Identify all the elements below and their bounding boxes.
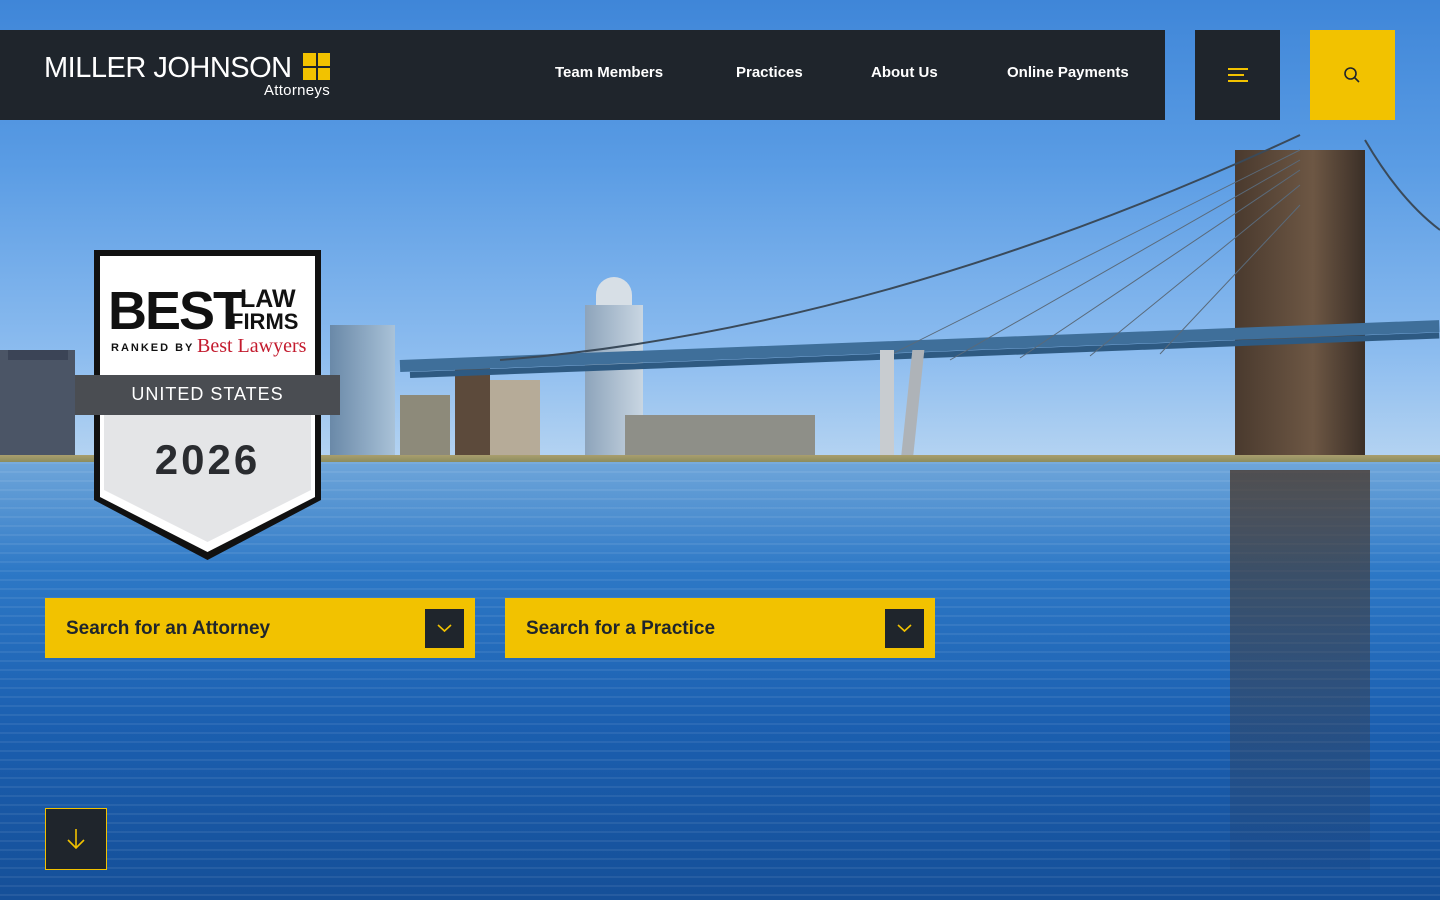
logo-subtitle: Attorneys bbox=[263, 82, 330, 99]
badge-region: UNITED STATES bbox=[131, 384, 284, 404]
best-law-firms-badge: BEST LAW FIRMS RANKED BY Best Lawyers UN… bbox=[75, 250, 340, 560]
search-attorney-toggle[interactable] bbox=[425, 609, 464, 648]
chevron-down-icon bbox=[437, 624, 452, 633]
scroll-down-button[interactable] bbox=[45, 808, 107, 870]
logo-squares-icon bbox=[303, 53, 330, 80]
logo-name: MILLER JOHNSON bbox=[44, 52, 292, 84]
menu-button[interactable] bbox=[1195, 30, 1280, 120]
nav-team-members[interactable]: Team Members bbox=[555, 64, 663, 81]
chevron-down-icon bbox=[897, 624, 912, 633]
badge-best-lawyers: Best Lawyers bbox=[197, 335, 307, 357]
search-attorney-label: Search for an Attorney bbox=[66, 618, 271, 639]
arrow-down-icon bbox=[67, 829, 85, 850]
search-practice-toggle[interactable] bbox=[885, 609, 924, 648]
tower-reflection bbox=[1230, 470, 1370, 870]
badge-year: 2026 bbox=[154, 436, 261, 483]
site-logo[interactable]: MILLER JOHNSON Attorneys bbox=[44, 52, 334, 102]
site-header: MILLER JOHNSON Attorneys Team Members Pr… bbox=[0, 30, 1165, 120]
search-icon bbox=[1344, 67, 1360, 83]
badge-best: BEST bbox=[108, 281, 246, 341]
search-button[interactable] bbox=[1310, 30, 1395, 120]
nav-online-payments[interactable]: Online Payments bbox=[1007, 64, 1129, 81]
search-practice-label: Search for a Practice bbox=[526, 618, 716, 639]
nav-about-us[interactable]: About Us bbox=[871, 64, 938, 81]
badge-ranked-by: RANKED BY bbox=[111, 342, 195, 354]
nav-practices[interactable]: Practices bbox=[736, 64, 803, 81]
search-practice-dropdown[interactable]: Search for a Practice bbox=[505, 598, 935, 658]
search-attorney-dropdown[interactable]: Search for an Attorney bbox=[45, 598, 475, 658]
badge-firms: FIRMS bbox=[230, 309, 299, 334]
